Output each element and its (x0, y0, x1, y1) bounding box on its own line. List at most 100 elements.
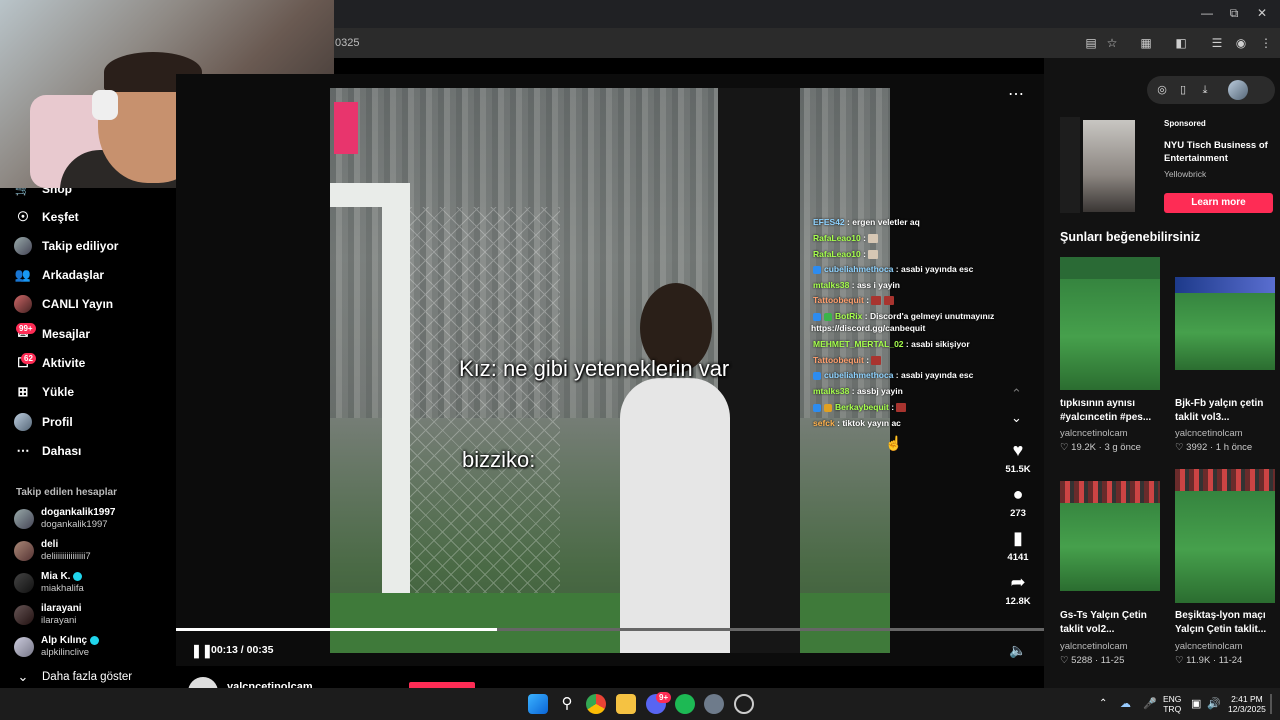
sidebar-item-label: Dahası (42, 444, 82, 458)
display-icon[interactable]: ▣ (1191, 697, 1201, 710)
extensions-icon[interactable]: ▦ (1138, 35, 1154, 51)
sidebar-item-profile[interactable]: Profil (14, 410, 73, 434)
language-indicator[interactable]: ENG TRQ (1163, 694, 1181, 714)
recommend-stats: ♡ 11.9K · 11-24 (1175, 655, 1243, 666)
sidebar-item-upload[interactable]: ⊞ Yükle (14, 380, 74, 404)
chat-line: Tattoobequit : (813, 355, 882, 366)
pause-icon[interactable]: ❚❚ (191, 643, 213, 659)
chat-line: MEHMET_MERTAL_02 : asabi sikişiyor (813, 339, 970, 349)
recommend-author[interactable]: yalcncetinolcam (1175, 641, 1243, 652)
clock[interactable]: 2:41 PM 12/3/2025 (1228, 694, 1266, 714)
chat-line: BotRix : Discord'a gelmeyi unutmayınız (813, 311, 994, 322)
user-avatar[interactable] (1228, 80, 1248, 100)
show-desktop-button[interactable] (1270, 694, 1272, 714)
sidebar-item-friends[interactable]: 👥 Arkadaşlar (14, 263, 104, 287)
profile-icon[interactable]: ◉ (1233, 35, 1249, 51)
recommend-thumbnail[interactable] (1175, 469, 1275, 603)
compass-icon: ☉ (17, 209, 29, 224)
windows-start-icon[interactable] (528, 694, 548, 714)
video-more-icon[interactable]: ⋯ (1008, 84, 1024, 104)
heart-outline-icon: ♡ (1175, 655, 1184, 666)
minimize-icon[interactable]: — (1200, 6, 1214, 20)
coin-icon[interactable]: ◎ (1155, 83, 1169, 97)
chat-line: cubeliahmethoca : asabi yayında esc (813, 370, 973, 381)
browser-menu-icon[interactable]: ⋮ (1258, 35, 1274, 51)
recommend-title[interactable]: Bjk-Fb yalçın çetin taklit vol3... (1175, 397, 1277, 425)
followed-account[interactable]: dogankalik1997 dogankalik1997 (14, 507, 115, 531)
speaker-icon[interactable]: 🔊 (1207, 697, 1221, 710)
chevron-down-icon: ⌄ (17, 669, 29, 684)
spotify-icon[interactable] (675, 694, 695, 714)
dark-overlay-bar (718, 88, 800, 653)
mouse-cursor-icon: ☝ (885, 435, 903, 451)
goal-net (410, 207, 560, 653)
sidebar-item-more[interactable]: ⋯ Dahası (14, 439, 82, 463)
phone-icon[interactable]: ▯ (1176, 83, 1190, 97)
followed-account[interactable]: Alp Kılınç alpkilinclive (14, 635, 100, 659)
recommend-title[interactable]: Gs-Ts Yalçın Çetin taklit vol2... (1060, 609, 1162, 637)
chat-line: Berkaybequit : (813, 402, 907, 413)
volume-icon[interactable]: 🔈 (1009, 642, 1026, 659)
microphone-icon[interactable]: 🎤 (1143, 697, 1157, 710)
share-button[interactable]: ➦ 12.8K (1000, 572, 1036, 607)
close-icon[interactable]: ✕ (1255, 6, 1269, 20)
settings-gear-icon[interactable] (704, 694, 724, 714)
obs-icon[interactable] (734, 694, 754, 714)
recommend-author[interactable]: yalcncetinolcam (1175, 428, 1243, 439)
install-app-icon[interactable]: ▤ (1083, 35, 1099, 51)
search-icon[interactable]: ⚲ (557, 694, 577, 714)
sidebar-item-live[interactable]: CANLI Yayın (14, 292, 113, 316)
chevron-up-icon[interactable]: ⌃ (1011, 386, 1022, 402)
save-button[interactable]: ▮ 4141 (1000, 528, 1036, 563)
like-button[interactable]: ♥ 51.5K (1000, 440, 1036, 475)
recommend-author[interactable]: yalcncetinolcam (1060, 641, 1128, 652)
followed-account[interactable]: Mia K. miakhalifa (14, 571, 84, 595)
bookmark-star-icon[interactable]: ☆ (1104, 35, 1120, 51)
chrome-icon[interactable] (586, 694, 606, 714)
player-figure (620, 378, 730, 653)
heart-outline-icon: ♡ (1175, 442, 1184, 453)
emote-icon (871, 356, 882, 366)
recommend-thumbnail[interactable] (1175, 277, 1275, 370)
media-control-icon[interactable]: ☰ (1209, 35, 1225, 51)
sponsored-label: Sponsored (1164, 119, 1206, 128)
more-icon: ⋯ (16, 443, 30, 458)
friends-icon: 👥 (14, 267, 32, 282)
verified-icon (73, 571, 83, 581)
sidebar-item-label: CANLI Yayın (42, 297, 114, 311)
learn-more-button[interactable]: Learn more (1164, 193, 1273, 213)
recommend-title[interactable]: Beşiktaş-lyon maçı Yalçın Çetin taklit..… (1175, 609, 1277, 637)
sidebar-item-explore[interactable]: ☉ Keşfet (14, 205, 79, 229)
avatar (14, 637, 34, 657)
sidebar-item-following[interactable]: Takip ediliyor (14, 234, 118, 258)
restore-icon[interactable]: ⧉ (1227, 6, 1241, 20)
ad-title[interactable]: NYU Tisch Business of Entertainment (1164, 139, 1274, 165)
followed-account[interactable]: ilarayani ilarayani (14, 603, 82, 627)
recommend-title[interactable]: tıpkısının aynısı #yalcıncetin #pes... (1060, 397, 1162, 425)
file-explorer-icon[interactable] (616, 694, 636, 714)
followed-account[interactable]: deli deliiiiiiiiiiiiiii7 (14, 539, 91, 563)
taskbar (0, 688, 1280, 720)
recommend-thumbnail[interactable] (1060, 481, 1160, 591)
bookmark-icon: ▮ (1013, 528, 1023, 548)
chevron-up-icon[interactable]: ⌃ (1099, 698, 1107, 709)
recommend-stats: ♡ 5288 · 11-25 (1060, 655, 1125, 666)
heart-outline-icon: ♡ (1060, 655, 1069, 666)
split-view-icon[interactable]: ◧ (1173, 35, 1189, 51)
recommend-thumbnail[interactable] (1060, 257, 1160, 390)
emote-icon (896, 403, 907, 413)
url-text[interactable]: 0325 (335, 37, 359, 49)
ad-brand: Yellowbrick (1164, 169, 1207, 179)
download-icon[interactable]: ⤓ (1198, 83, 1212, 97)
recommend-author[interactable]: yalcncetinolcam (1060, 428, 1128, 439)
sidebar-item-label: Arkadaşlar (42, 268, 105, 282)
headset (92, 90, 118, 120)
show-more-button[interactable]: ⌄ Daha fazla göster (14, 665, 133, 689)
ad-thumbnail[interactable] (1083, 120, 1135, 212)
sidebar-item-label: Profil (42, 415, 73, 429)
network-icon[interactable]: ☁ (1120, 697, 1131, 710)
comment-button[interactable]: ● 273 (1000, 484, 1036, 519)
sidebar-item-label: Keşfet (42, 210, 79, 224)
chevron-down-icon[interactable]: ⌄ (1011, 410, 1022, 426)
chat-line: https://discord.gg/canbequit (811, 323, 926, 333)
